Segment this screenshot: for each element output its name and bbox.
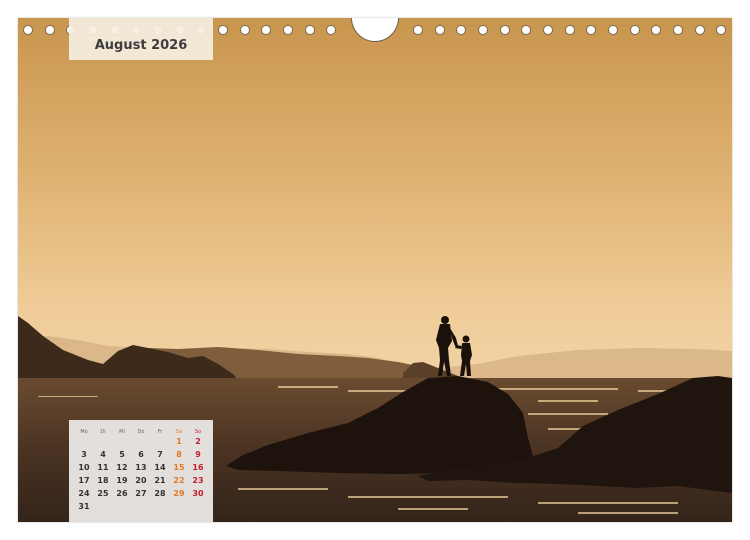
day-cell: 19	[116, 476, 128, 485]
day-cell: 1	[176, 437, 182, 446]
binding-hole	[630, 25, 640, 35]
mini-calendar: Mo Di Mi Do Fr Sa So 1 2 3 4 5 6 7 8 9 1…	[69, 420, 213, 522]
month-title: August 2026	[94, 38, 188, 53]
day-cell: 6	[138, 450, 144, 459]
week-row: 31	[75, 502, 207, 514]
day-cell: 3	[81, 450, 87, 459]
day-cell: 18	[97, 476, 109, 485]
binding-hole	[45, 25, 55, 35]
day-cell: 28	[154, 489, 166, 498]
binding-hole	[695, 25, 705, 35]
binding-hole	[326, 25, 336, 35]
binding-hole	[305, 25, 315, 35]
sky	[18, 18, 732, 380]
binding-hole	[543, 25, 553, 35]
binding-hole	[283, 25, 293, 35]
binding-hole	[716, 25, 726, 35]
day-cell: 11	[97, 463, 109, 472]
binding-hole	[500, 25, 510, 35]
calendar-page: August 2026 Mo Di Mi Do Fr Sa So 1 2 3 4…	[18, 18, 732, 522]
binding-hole	[478, 25, 488, 35]
day-cell: 24	[78, 489, 90, 498]
week-row: 10 11 12 13 14 15 16	[75, 463, 207, 475]
binding-hole	[23, 25, 33, 35]
binding-hole	[521, 25, 531, 35]
binding-hole	[261, 25, 271, 35]
day-cell: 10	[78, 463, 90, 472]
weekday-label: Fr	[157, 429, 163, 435]
day-cell: 23	[192, 476, 204, 485]
day-cell: 9	[195, 450, 201, 459]
binding-hole	[435, 25, 445, 35]
binding-hole	[608, 25, 618, 35]
week-row: 1 2	[75, 437, 207, 449]
weekday-label: Mo	[80, 429, 88, 435]
day-cell: 20	[135, 476, 147, 485]
day-cell: 16	[192, 463, 204, 472]
day-cell: 2	[195, 437, 201, 446]
weekday-label: Do	[137, 429, 145, 435]
binding-hole	[673, 25, 683, 35]
week-row: 24 25 26 27 28 29 30	[75, 489, 207, 501]
day-cell: 27	[135, 489, 147, 498]
binding-hole	[565, 25, 575, 35]
binding-hole	[218, 25, 228, 35]
day-cell: 21	[154, 476, 166, 485]
day-cell: 4	[100, 450, 106, 459]
binding-hole	[413, 25, 423, 35]
binding-hole	[240, 25, 250, 35]
day-cell: 25	[97, 489, 109, 498]
day-cell: 30	[192, 489, 204, 498]
day-cell: 5	[119, 450, 125, 459]
day-cell: 29	[173, 489, 185, 498]
weekday-label: Mi	[119, 429, 125, 435]
week-row: 3 4 5 6 7 8 9	[75, 450, 207, 462]
weekday-label: Di	[100, 429, 106, 435]
day-cell: 13	[135, 463, 147, 472]
day-cell: 7	[157, 450, 163, 459]
day-cell: 17	[78, 476, 90, 485]
weekday-label: Sa	[175, 429, 183, 435]
weekday-label: So	[194, 429, 202, 435]
weekday-header: Mo Di Mi Do Fr Sa So	[75, 425, 207, 437]
day-cell: 8	[176, 450, 182, 459]
day-cell: 15	[173, 463, 185, 472]
binding-hole	[586, 25, 596, 35]
binding-hole	[651, 25, 661, 35]
week-row: 17 18 19 20 21 22 23	[75, 476, 207, 488]
month-title-box: August 2026	[69, 18, 213, 60]
day-cell: 22	[173, 476, 185, 485]
day-cell: 26	[116, 489, 128, 498]
day-cell: 14	[154, 463, 166, 472]
day-cell: 31	[78, 502, 90, 511]
binding-hole	[456, 25, 466, 35]
day-cell: 12	[116, 463, 128, 472]
